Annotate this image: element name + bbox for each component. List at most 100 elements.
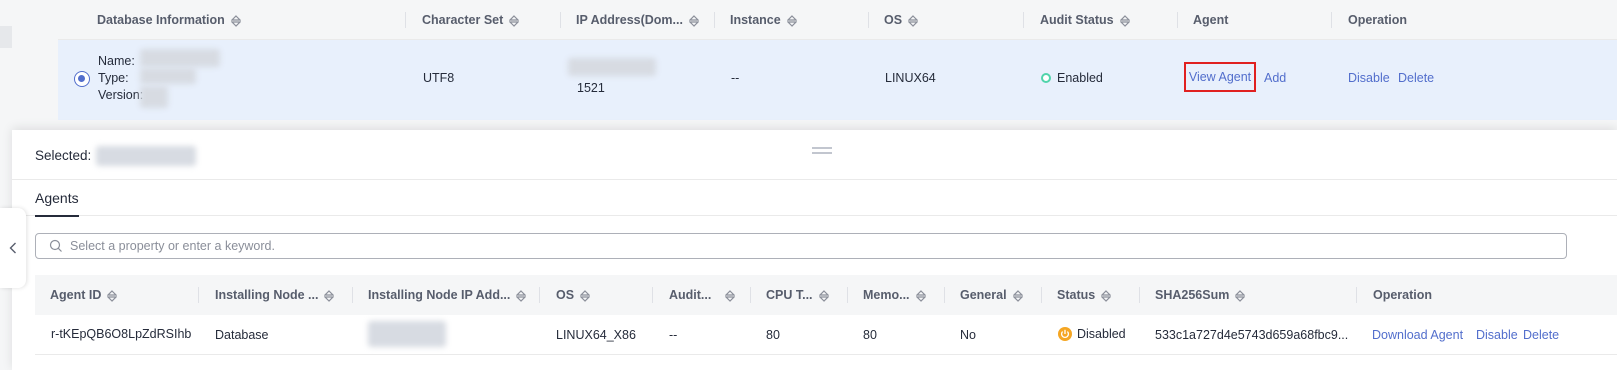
sort-icon[interactable]: [1101, 289, 1112, 302]
chevron-left-icon: [9, 242, 16, 254]
sort-icon[interactable]: [725, 289, 736, 302]
audit-status: Enabled: [1041, 71, 1103, 85]
header-separator[interactable]: [1177, 12, 1178, 28]
header-status[interactable]: Status: [1057, 275, 1112, 315]
collapse-drawer-button[interactable]: [0, 208, 26, 288]
header-separator[interactable]: [944, 287, 945, 303]
sort-icon[interactable]: [509, 14, 520, 27]
sort-icon[interactable]: [915, 289, 926, 302]
row-radio-button[interactable]: [74, 71, 90, 87]
sort-icon[interactable]: [786, 14, 797, 27]
agents-table-header: Agent ID Installing Node ... Installing …: [35, 275, 1617, 315]
header-installing-node[interactable]: Installing Node ...: [215, 275, 335, 315]
search-icon: [49, 239, 62, 252]
database-table: Database Information Character Set IP Ad…: [58, 0, 1617, 120]
header-separator[interactable]: [868, 12, 869, 28]
agent-status: Disabled: [1058, 327, 1126, 341]
general-value: No: [960, 328, 976, 342]
header-separator[interactable]: [1139, 287, 1140, 303]
instance-value: --: [731, 71, 740, 85]
agent-os-value: LINUX64_X86: [556, 328, 636, 342]
header-character-set[interactable]: Character Set: [422, 0, 520, 40]
left-rail-nub: [0, 26, 12, 48]
redacted-type: [140, 68, 196, 84]
disable-link[interactable]: Disable: [1348, 71, 1390, 85]
header-operation: Operation: [1348, 13, 1408, 27]
sort-icon[interactable]: [1012, 289, 1023, 302]
database-row[interactable]: Name: Type: Version: UTF8 1521 -- LINUX6…: [58, 40, 1617, 120]
header-separator[interactable]: [847, 287, 848, 303]
header-separator[interactable]: [750, 287, 751, 303]
left-rail: [0, 0, 12, 135]
redacted-node-ip: [368, 321, 446, 347]
header-instance[interactable]: Instance: [730, 0, 797, 40]
header-audit[interactable]: Audit...: [669, 275, 736, 315]
sort-icon[interactable]: [580, 289, 591, 302]
header-database-information[interactable]: Database Information: [97, 0, 241, 40]
header-separator[interactable]: [1356, 287, 1357, 303]
agent-id-value: r-tKEpQB6O8LpZdRSIhb: [51, 327, 192, 341]
header-memory[interactable]: Memo...: [863, 275, 926, 315]
search-box[interactable]: [35, 233, 1567, 259]
view-agent-link[interactable]: View Agent: [1184, 62, 1256, 92]
redacted-version: [140, 86, 168, 108]
sort-icon[interactable]: [516, 289, 527, 302]
sort-icon[interactable]: [324, 289, 335, 302]
agent-audit-value: --: [669, 328, 678, 342]
header-cpu[interactable]: CPU T...: [766, 275, 829, 315]
header-installing-node-ip[interactable]: Installing Node IP Add...: [368, 275, 527, 315]
header-separator[interactable]: [405, 12, 406, 28]
drag-handle-icon[interactable]: [812, 147, 832, 156]
cpu-value: 80: [766, 328, 780, 342]
header-os[interactable]: OS: [884, 0, 919, 40]
add-agent-link[interactable]: Add: [1264, 71, 1286, 85]
disable-agent-link[interactable]: Disable: [1476, 328, 1518, 342]
download-agent-link[interactable]: Download Agent: [1372, 328, 1463, 342]
database-table-header: Database Information Character Set IP Ad…: [58, 0, 1617, 40]
power-icon: [1058, 327, 1072, 341]
delete-link[interactable]: Delete: [1398, 71, 1434, 85]
selected-label: Selected:: [35, 148, 92, 163]
header-agent: Agent: [1193, 13, 1229, 27]
agents-table: Agent ID Installing Node ... Installing …: [35, 275, 1617, 370]
drawer-header: Selected:: [12, 130, 1617, 180]
header-general[interactable]: General: [960, 275, 1023, 315]
header-separator[interactable]: [1041, 287, 1042, 303]
header-separator[interactable]: [714, 12, 715, 28]
header-audit-status[interactable]: Audit Status: [1040, 0, 1130, 40]
header-sha256sum[interactable]: SHA256Sum: [1155, 275, 1246, 315]
search-input[interactable]: [70, 234, 1550, 258]
header-separator[interactable]: [352, 287, 353, 303]
header-separator[interactable]: [539, 287, 540, 303]
header-separator[interactable]: [652, 287, 653, 303]
redacted-selected-name: [96, 146, 196, 166]
header-agent-os[interactable]: OS: [556, 275, 591, 315]
drawer-tabs: Agents: [12, 180, 1617, 217]
database-info-labels: Name: Type: Version:: [98, 54, 144, 102]
sort-icon[interactable]: [1235, 289, 1246, 302]
header-agent-operation: Operation: [1373, 288, 1433, 302]
redacted-ip-address: [568, 58, 656, 76]
header-separator[interactable]: [560, 12, 561, 28]
header-separator[interactable]: [1023, 12, 1024, 28]
sort-icon[interactable]: [818, 289, 829, 302]
header-separator[interactable]: [198, 287, 199, 303]
header-ip-address[interactable]: IP Address(Dom...: [576, 0, 699, 40]
memory-value: 80: [863, 328, 877, 342]
table-row[interactable]: r-tKEpQB6O8LpZdRSIhb Database LINUX64_X8…: [35, 315, 1617, 355]
sort-icon[interactable]: [908, 14, 919, 27]
header-agent-id[interactable]: Agent ID: [50, 275, 118, 315]
tab-agents[interactable]: Agents: [35, 190, 79, 217]
sort-icon[interactable]: [230, 14, 241, 27]
enabled-status-icon: [1041, 73, 1051, 83]
port-value: 1521: [577, 81, 605, 95]
agents-drawer: Selected: Agents Agent ID Installing Nod…: [12, 130, 1617, 370]
header-separator[interactable]: [1331, 12, 1332, 28]
redacted-name: [140, 49, 220, 67]
sort-icon[interactable]: [1119, 14, 1130, 27]
sha256-value: 533c1a727d4e5743d659a68fbc9...: [1155, 328, 1349, 342]
sort-icon[interactable]: [107, 289, 118, 302]
sort-icon[interactable]: [688, 14, 699, 27]
delete-agent-link[interactable]: Delete: [1523, 328, 1559, 342]
node-type-value: Database: [215, 328, 269, 342]
